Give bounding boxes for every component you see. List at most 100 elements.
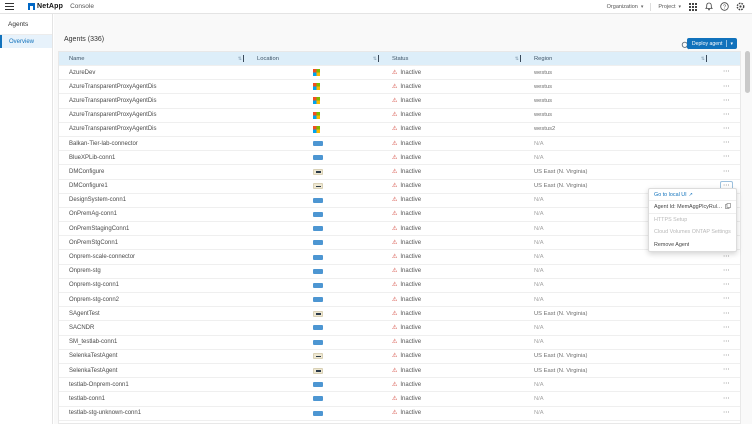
- warning-triangle-icon: ⚠: [392, 155, 397, 161]
- row-actions-kebab-icon[interactable]: ⋯: [720, 365, 733, 376]
- table-row[interactable]: AzureTransparentProxyAgentDis ⚠ Inactive…: [59, 79, 740, 93]
- table-row[interactable]: OnPremAg-conn1 ⚠ Inactive N/A ⋯: [59, 207, 740, 221]
- table-row[interactable]: Onprem-stg-conn2 ⚠ Inactive N/A ⋯: [59, 292, 740, 306]
- row-actions-kebab-icon[interactable]: ⋯: [720, 124, 733, 135]
- onprem-icon: [313, 240, 323, 245]
- table-row[interactable]: OnPremStagingConn1 ⚠ Inactive N/A ⋯: [59, 221, 740, 235]
- agent-region: US East (N. Virginia): [534, 353, 587, 359]
- warning-triangle-icon: ⚠: [392, 98, 397, 104]
- menu-item[interactable]: Agent Id: MemAggPlcyRules1NG4-4M...: [649, 201, 736, 213]
- sidebar-item-overview[interactable]: Overview: [0, 35, 52, 48]
- row-actions-kebab-icon[interactable]: ⋯: [720, 323, 733, 334]
- menu-item[interactable]: Remove Agent: [649, 239, 736, 251]
- agent-status: Inactive: [400, 98, 421, 104]
- menu-item-label: Remove Agent: [654, 242, 689, 248]
- agent-name: OnPremStagingConn1: [69, 226, 129, 232]
- agent-name: SelenkaTestAgent: [69, 368, 117, 374]
- table-row[interactable]: BlueXPLib-conn1 ⚠ Inactive N/A ⋯: [59, 150, 740, 164]
- row-actions-kebab-icon[interactable]: ⋯: [720, 379, 733, 390]
- table-row[interactable]: Onprem-stg ⚠ Inactive N/A ⋯: [59, 264, 740, 278]
- table-row[interactable]: SM_testlab-conn1 ⚠ Inactive N/A ⋯: [59, 335, 740, 349]
- row-actions-kebab-icon[interactable]: ⋯: [720, 280, 733, 291]
- copy-icon[interactable]: [725, 203, 731, 211]
- sidebar-section-title: Agents: [0, 14, 52, 35]
- warning-triangle-icon: ⚠: [392, 353, 397, 359]
- aws-icon: [313, 368, 323, 374]
- row-actions-kebab-icon[interactable]: ⋯: [720, 138, 733, 149]
- table-header-row: Name ⇅ Location ⇅ Status ⇅ Region ⇅: [59, 52, 740, 65]
- chevron-down-icon: ▾: [678, 4, 681, 10]
- column-header-location[interactable]: Location ⇅: [247, 52, 382, 65]
- row-actions-kebab-icon[interactable]: ⋯: [720, 408, 733, 419]
- menu-item[interactable]: Go to local UI ↗: [649, 189, 736, 201]
- table-row[interactable]: DesignSystem-conn1 ⚠ Inactive N/A ⋯: [59, 193, 740, 207]
- topbar-right: Organization ▾ Project ▾ ?: [607, 2, 752, 11]
- table-row[interactable]: testlab-stg-unknown-conn2 ⚠ Inactive N/A…: [59, 420, 740, 424]
- row-actions-kebab-icon[interactable]: ⋯: [720, 152, 733, 163]
- onprem-icon: [313, 212, 323, 217]
- notifications-bell-icon[interactable]: [704, 2, 713, 11]
- deploy-agent-button[interactable]: Deploy agent ▾: [687, 38, 737, 49]
- table-row[interactable]: SelenkaTestAgent ⚠ Inactive US East (N. …: [59, 349, 740, 363]
- row-actions-kebab-icon[interactable]: ⋯: [720, 351, 733, 362]
- table-row[interactable]: DMConfigure1 ⚠ Inactive US East (N. Virg…: [59, 179, 740, 193]
- sidebar: Agents Overview: [0, 14, 53, 424]
- column-header-name[interactable]: Name ⇅: [59, 52, 247, 65]
- table-row[interactable]: AzureTransparentProxyAgentDis ⚠ Inactive…: [59, 108, 740, 122]
- column-header-region[interactable]: Region ⇅: [524, 52, 710, 65]
- table-row[interactable]: testlab-conn1 ⚠ Inactive N/A ⋯: [59, 391, 740, 405]
- table-row[interactable]: AzureDev ⚠ Inactive westus ⋯: [59, 65, 740, 79]
- warning-triangle-icon: ⚠: [392, 226, 397, 232]
- column-header-status[interactable]: Status ⇅: [382, 52, 524, 65]
- row-actions-kebab-icon[interactable]: ⋯: [720, 167, 733, 178]
- table-row[interactable]: SAgentTest ⚠ Inactive US East (N. Virgin…: [59, 306, 740, 320]
- agent-status: Inactive: [400, 112, 421, 118]
- sidebar-item-label: Overview: [9, 39, 34, 45]
- table-row[interactable]: Onprem-stg-conn1 ⚠ Inactive N/A ⋯: [59, 278, 740, 292]
- settings-gear-icon[interactable]: [736, 2, 745, 11]
- chevron-down-icon[interactable]: ▾: [729, 41, 734, 47]
- row-actions-kebab-icon[interactable]: ⋯: [720, 110, 733, 121]
- sort-icon[interactable]: ⇅: [701, 55, 710, 62]
- table-row[interactable]: testlab-Onprem-conn1 ⚠ Inactive N/A ⋯: [59, 377, 740, 391]
- vertical-scrollbar[interactable]: [745, 15, 751, 423]
- project-selector[interactable]: Project ▾: [658, 4, 681, 10]
- row-actions-kebab-icon[interactable]: ⋯: [720, 266, 733, 277]
- row-actions-kebab-icon[interactable]: ⋯: [720, 309, 733, 320]
- organization-selector[interactable]: Organization ▾: [607, 4, 644, 10]
- help-icon[interactable]: ?: [720, 2, 729, 11]
- divider: [650, 3, 651, 11]
- table-row[interactable]: AzureTransparentProxyAgentDis ⚠ Inactive…: [59, 122, 740, 136]
- warning-triangle-icon: ⚠: [392, 141, 397, 147]
- table-row[interactable]: Onprem-scale-connector ⚠ Inactive N/A ⋯: [59, 249, 740, 263]
- column-label: Location: [257, 56, 279, 62]
- sort-icon[interactable]: ⇅: [515, 55, 524, 62]
- row-actions-kebab-icon[interactable]: ⋯: [720, 252, 733, 263]
- table-row[interactable]: DMConfigure ⚠ Inactive US East (N. Virgi…: [59, 164, 740, 178]
- table-row[interactable]: SACNDR ⚠ Inactive N/A ⋯: [59, 320, 740, 334]
- agent-name: testlab-stg-unknown-conn1: [69, 410, 141, 416]
- row-actions-kebab-icon[interactable]: ⋯: [720, 82, 733, 93]
- warning-triangle-icon: ⚠: [392, 268, 397, 274]
- table-row[interactable]: AzureTransparentProxyAgentDis ⚠ Inactive…: [59, 93, 740, 107]
- row-actions-kebab-icon[interactable]: ⋯: [720, 394, 733, 405]
- warning-triangle-icon: ⚠: [392, 396, 397, 402]
- table-row[interactable]: SelenkaTestAgent ⚠ Inactive US East (N. …: [59, 363, 740, 377]
- sort-icon[interactable]: ⇅: [238, 55, 247, 62]
- table-row[interactable]: Balkan-Tier-lab-connector ⚠ Inactive N/A…: [59, 136, 740, 150]
- sort-icon[interactable]: ⇅: [373, 55, 382, 62]
- agent-name: SAgentTest: [69, 311, 100, 317]
- table-row[interactable]: OnPremStgConn1 ⚠ Inactive N/A ⋯: [59, 235, 740, 249]
- agent-name: SM_testlab-conn1: [69, 339, 117, 345]
- row-actions-kebab-icon[interactable]: ⋯: [720, 67, 733, 78]
- row-actions-kebab-icon[interactable]: ⋯: [720, 294, 733, 305]
- agent-status: Inactive: [400, 240, 421, 246]
- row-actions-kebab-icon[interactable]: ⋯: [720, 96, 733, 107]
- scrollbar-thumb[interactable]: [745, 51, 750, 93]
- hamburger-menu-icon[interactable]: [5, 3, 14, 10]
- onprem-icon: [313, 155, 323, 160]
- table-row[interactable]: testlab-stg-unknown-conn1 ⚠ Inactive N/A…: [59, 406, 740, 420]
- row-actions-kebab-icon[interactable]: ⋯: [720, 337, 733, 348]
- apps-icon[interactable]: [688, 2, 697, 11]
- divider: [726, 40, 727, 47]
